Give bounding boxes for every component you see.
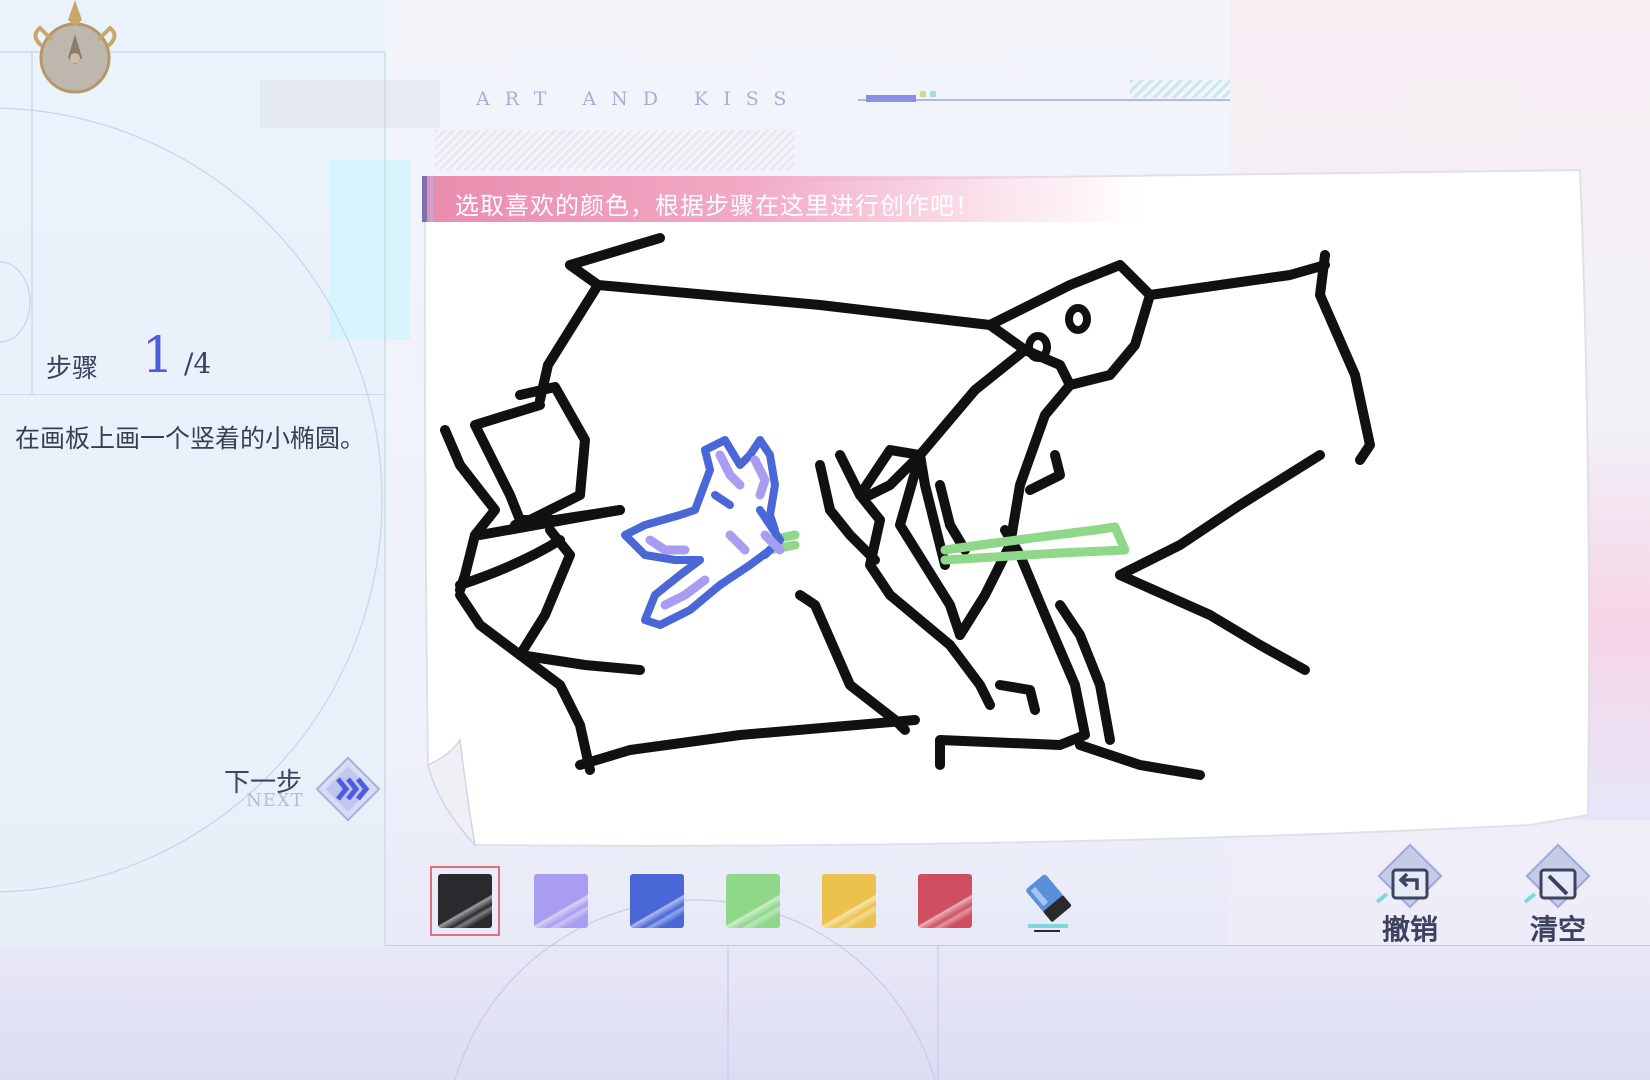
header-dot — [920, 91, 926, 97]
header-accent-segment — [866, 95, 916, 102]
swatch-fill — [918, 874, 972, 928]
swatch-fill — [534, 874, 588, 928]
header-title: ART AND KISS — [476, 88, 802, 110]
swatch-fill — [822, 874, 876, 928]
color-palette — [430, 860, 1090, 940]
drawing-canvas[interactable] — [420, 165, 1595, 855]
step-label: 步骤 — [46, 354, 99, 384]
step-total: /4 — [184, 347, 212, 380]
bottom-divider — [385, 945, 1650, 946]
undo-icon — [1375, 843, 1443, 909]
step-description: 在画板上画一个竖着的小椭圆。 — [15, 424, 366, 453]
step-divider — [0, 394, 385, 395]
swatch-fill — [726, 874, 780, 928]
swatch-fill — [438, 874, 492, 928]
header-hatch — [1130, 80, 1230, 98]
undo-button[interactable]: 撤销 — [1365, 840, 1455, 950]
next-label: 下一步 — [224, 768, 303, 798]
color-swatch-blue[interactable] — [626, 870, 688, 932]
prompt-bar — [430, 176, 433, 222]
color-swatch-black[interactable] — [430, 866, 500, 936]
prompt-text: 选取喜欢的颜色，根据步骤在这里进行创作吧！ — [455, 192, 980, 220]
double-chevron-right-icon — [315, 756, 381, 822]
color-swatch-green[interactable] — [722, 870, 784, 932]
clear-icon — [1523, 843, 1591, 909]
eraser-icon[interactable] — [1020, 868, 1082, 934]
clear-button[interactable]: 清空 — [1513, 840, 1603, 950]
compass-emblem-icon — [33, 0, 117, 94]
color-swatch-red[interactable] — [914, 870, 976, 932]
undo-label: 撤销 — [1381, 913, 1438, 946]
color-swatch-yellow[interactable] — [818, 870, 880, 932]
clear-label: 清空 — [1529, 913, 1586, 946]
swatch-fill — [630, 874, 684, 928]
step-current: 1 — [142, 326, 174, 384]
color-swatch-lavender[interactable] — [530, 870, 592, 932]
header-dot — [930, 91, 936, 97]
prompt-bar — [422, 176, 427, 222]
next-step-button[interactable]: NEXT 下一步 — [218, 754, 388, 824]
